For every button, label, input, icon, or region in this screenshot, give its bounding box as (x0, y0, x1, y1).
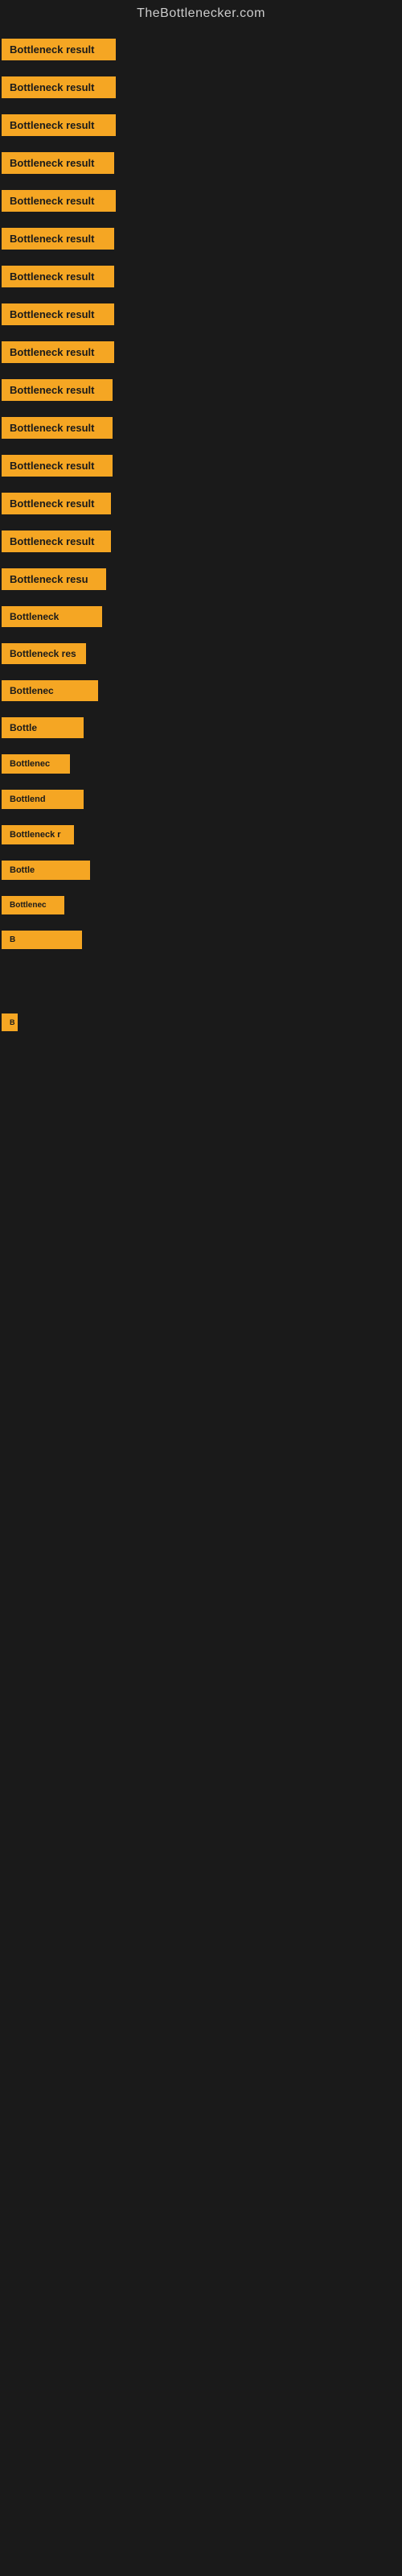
list-item[interactable]: Bottleneck resu (2, 560, 402, 598)
list-item[interactable]: Bottleneck result (2, 68, 402, 106)
bottleneck-badge: Bottlenec (2, 754, 70, 774)
empty-spacer-large-4 (2, 1329, 402, 1426)
bottleneck-badge: Bottleneck (2, 606, 102, 627)
empty-spacer-large-2 (2, 1136, 402, 1232)
list-item[interactable]: Bottlenec (2, 888, 402, 923)
list-item[interactable]: Bottle (2, 852, 402, 888)
empty-spacer-large-5 (2, 1426, 402, 1522)
bottleneck-badge: Bottleneck result (2, 341, 114, 363)
list-item[interactable]: Bottleneck result (2, 522, 402, 560)
bottleneck-badge: B (2, 931, 82, 949)
empty-spacer-large (2, 1039, 402, 1136)
bottleneck-badge: Bottleneck result (2, 39, 116, 60)
bottleneck-badge: Bottleneck result (2, 152, 114, 174)
list-item[interactable]: Bottleneck result (2, 333, 402, 371)
bottleneck-badge: Bottleneck result (2, 379, 113, 401)
list-item[interactable]: Bottleneck result (2, 258, 402, 295)
bottleneck-badge: Bottleneck result (2, 114, 116, 136)
list-item[interactable]: Bottleneck result (2, 220, 402, 258)
site-title: TheBottlenecker.com (0, 0, 402, 31)
list-item[interactable]: Bottlenec (2, 672, 402, 709)
list-item[interactable]: Bottleneck r (2, 817, 402, 852)
list-item[interactable]: B (2, 923, 402, 957)
list-item[interactable]: Bottleneck result (2, 182, 402, 220)
bottleneck-badge: B (2, 1013, 18, 1031)
bottleneck-badge: Bottleneck result (2, 266, 114, 287)
empty-spacer (2, 957, 402, 1005)
items-container: Bottleneck result Bottleneck result Bott… (0, 31, 402, 1619)
bottleneck-badge: Bottleneck r (2, 825, 74, 844)
bottleneck-badge: Bottleneck result (2, 455, 113, 477)
bottleneck-badge: Bottleneck result (2, 493, 111, 514)
list-item[interactable]: Bottleneck result (2, 447, 402, 485)
bottleneck-badge: Bottleneck result (2, 417, 113, 439)
bottleneck-badge: Bottleneck result (2, 228, 114, 250)
list-item[interactable]: Bottle (2, 709, 402, 746)
list-item[interactable]: Bottleneck result (2, 295, 402, 333)
list-item[interactable]: Bottleneck res (2, 635, 402, 672)
empty-spacer-large-3 (2, 1232, 402, 1329)
bottleneck-badge: Bottleneck result (2, 76, 116, 98)
list-item[interactable]: Bottleneck result (2, 144, 402, 182)
bottleneck-badge: Bottleneck resu (2, 568, 106, 590)
bottleneck-badge: Bottleneck res (2, 643, 86, 664)
list-item[interactable]: Bottleneck result (2, 106, 402, 144)
empty-spacer-large-6 (2, 1522, 402, 1619)
bottleneck-badge: Bottle (2, 717, 84, 738)
bottleneck-badge: Bottlenec (2, 680, 98, 701)
bottleneck-badge: Bottlenec (2, 896, 64, 914)
list-item[interactable]: Bottleneck result (2, 31, 402, 68)
page-container: TheBottlenecker.com Bottleneck result Bo… (0, 0, 402, 1619)
list-item[interactable]: Bottlenec (2, 746, 402, 782)
list-item[interactable]: Bottlend (2, 782, 402, 817)
list-item[interactable]: Bottleneck result (2, 409, 402, 447)
list-item[interactable]: Bottleneck result (2, 485, 402, 522)
bottleneck-badge: Bottlend (2, 790, 84, 809)
bottleneck-badge: Bottle (2, 861, 90, 880)
bottleneck-badge: Bottleneck result (2, 190, 116, 212)
bottleneck-badge: Bottleneck result (2, 530, 111, 552)
list-item[interactable]: B (2, 1005, 402, 1039)
list-item[interactable]: Bottleneck (2, 598, 402, 635)
list-item[interactable]: Bottleneck result (2, 371, 402, 409)
bottleneck-badge: Bottleneck result (2, 303, 114, 325)
